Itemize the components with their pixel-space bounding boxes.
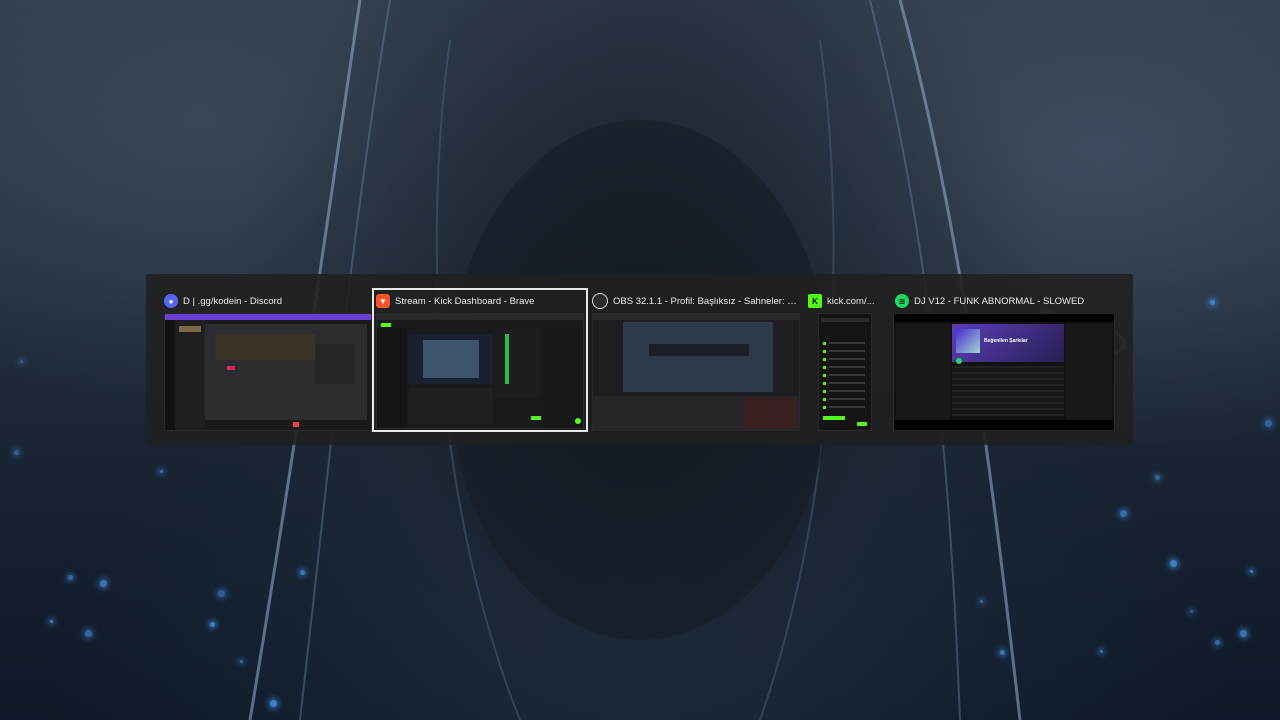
window-thumbnail xyxy=(376,313,584,429)
light-particle xyxy=(1120,510,1127,517)
obs-icon xyxy=(592,293,608,309)
window-header: ● D | .gg/kodein - Discord xyxy=(162,290,372,312)
window-header: OBS 32.1.1 - Profil: Başlıksız - Sahnele… xyxy=(590,290,800,312)
light-particle xyxy=(50,620,53,623)
window-spotify[interactable]: ≋ DJ V12 - FUNK ABNORMAL - SLOWED Beğeni… xyxy=(893,290,1115,431)
light-particle xyxy=(1155,475,1160,480)
window-thumbnail xyxy=(818,313,872,431)
kick-icon: K xyxy=(808,294,822,308)
light-particle xyxy=(20,360,23,363)
window-title: DJ V12 - FUNK ABNORMAL - SLOWED xyxy=(914,295,1085,307)
window-thumbnail xyxy=(164,313,372,431)
window-header: ≋ DJ V12 - FUNK ABNORMAL - SLOWED xyxy=(893,290,1115,312)
light-particle xyxy=(1210,300,1215,305)
window-thumbnail: Beğenilen Şarkılar xyxy=(893,313,1115,431)
light-particle xyxy=(85,630,92,637)
discord-icon: ● xyxy=(164,294,178,308)
light-particle xyxy=(14,450,19,455)
light-particle xyxy=(270,700,277,707)
light-particle xyxy=(1215,640,1220,645)
window-brave-kick-dashboard[interactable]: ▼ Stream - Kick Dashboard - Brave xyxy=(372,288,588,432)
window-header: ▼ Stream - Kick Dashboard - Brave xyxy=(374,290,586,312)
spotify-playlist-title: Beğenilen Şarkılar xyxy=(984,338,1028,344)
light-particle xyxy=(1170,560,1177,567)
light-particle xyxy=(300,570,305,575)
task-switcher: ● D | .gg/kodein - Discord ▼ Stream - Ki… xyxy=(146,274,1133,445)
light-particle xyxy=(100,580,107,587)
light-particle xyxy=(1100,650,1103,653)
window-title: kick.com/... xyxy=(827,295,875,307)
light-particle xyxy=(240,660,243,663)
light-particle xyxy=(1265,420,1272,427)
window-title: OBS 32.1.1 - Profil: Başlıksız - Sahnele… xyxy=(613,295,800,307)
light-particle xyxy=(68,575,73,580)
window-obs[interactable]: OBS 32.1.1 - Profil: Başlıksız - Sahnele… xyxy=(590,290,800,431)
light-particle xyxy=(160,470,163,473)
window-thumbnail xyxy=(592,313,800,431)
spotify-icon: ≋ xyxy=(895,294,909,308)
window-title: Stream - Kick Dashboard - Brave xyxy=(395,295,535,307)
light-particle xyxy=(1190,610,1193,613)
light-particle xyxy=(218,590,225,597)
light-particle xyxy=(1250,570,1253,573)
window-kick-popout[interactable]: K kick.com/... xyxy=(806,290,888,431)
light-particle xyxy=(210,622,215,627)
light-particle xyxy=(1000,650,1005,655)
window-discord[interactable]: ● D | .gg/kodein - Discord xyxy=(162,290,372,431)
light-particle xyxy=(980,600,983,603)
window-header: K kick.com/... xyxy=(806,290,888,312)
light-particle xyxy=(1240,630,1247,637)
window-title: D | .gg/kodein - Discord xyxy=(183,295,283,307)
brave-icon: ▼ xyxy=(376,294,390,308)
